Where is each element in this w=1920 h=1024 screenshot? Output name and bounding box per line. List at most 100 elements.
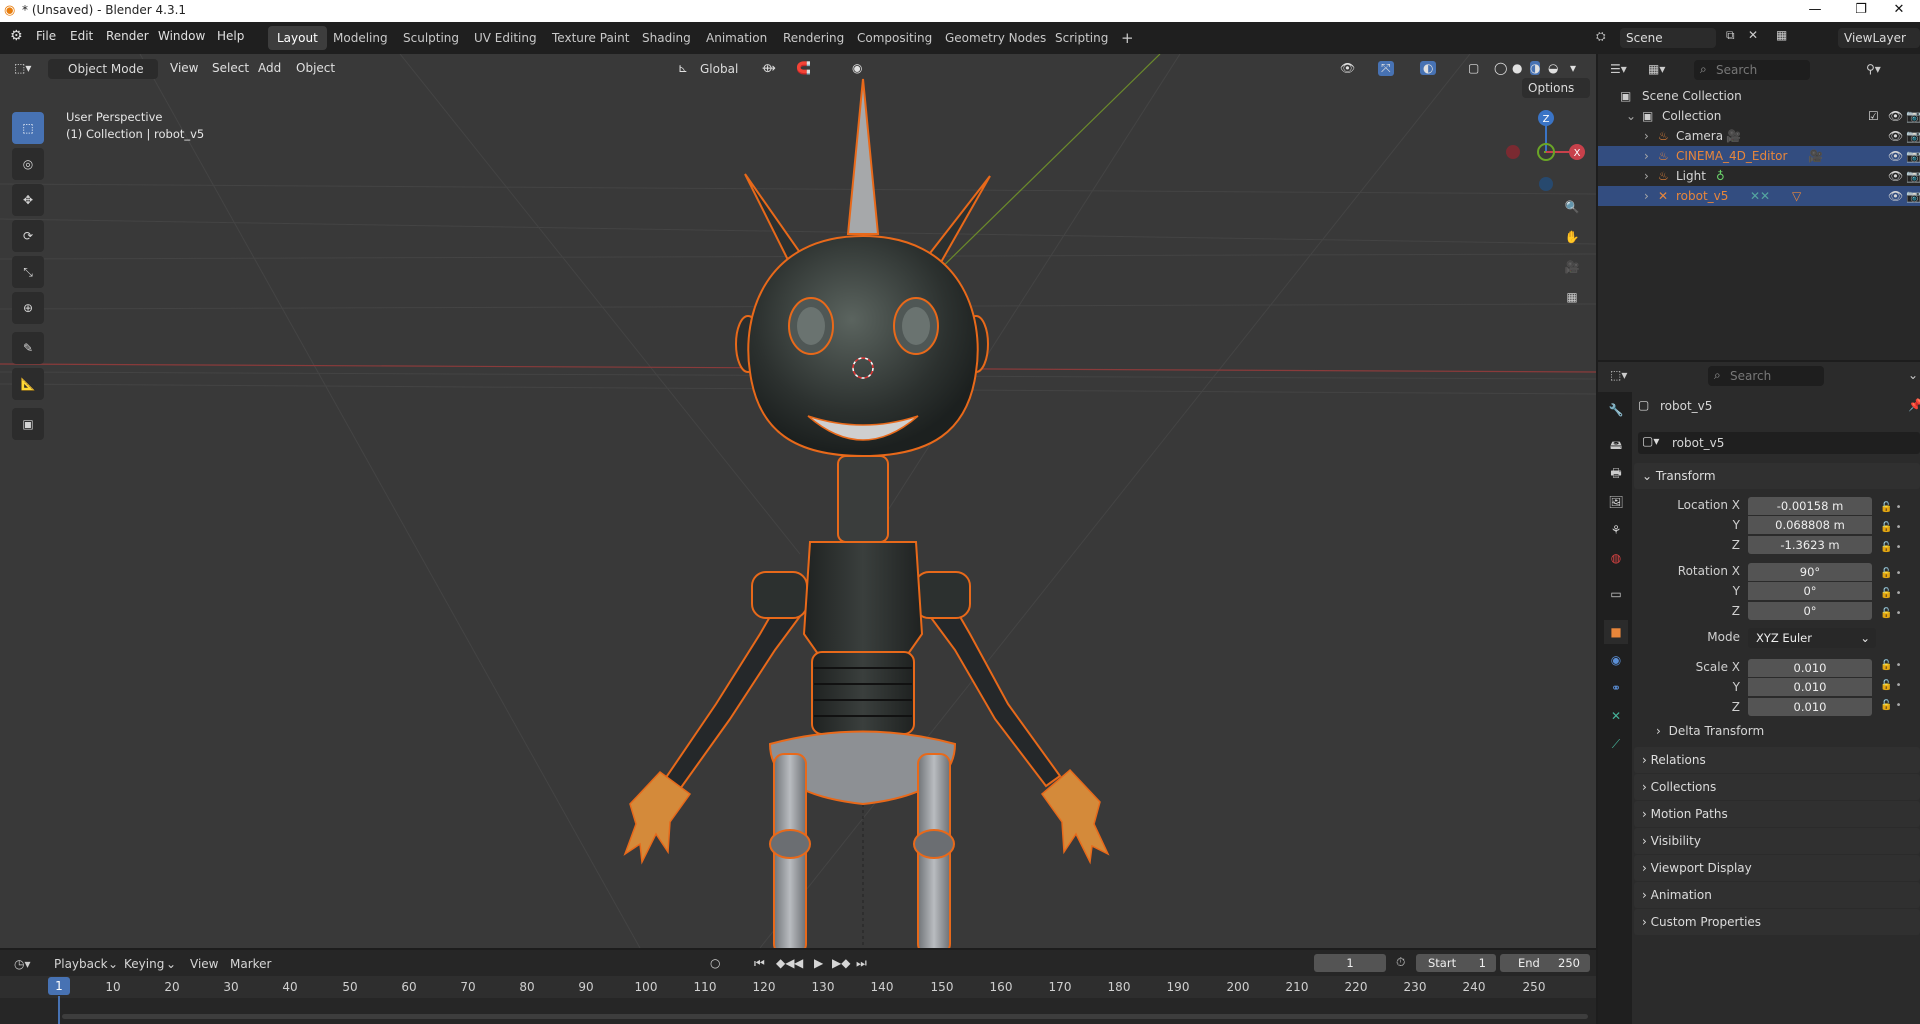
tab-output[interactable]: 🖶 — [1604, 462, 1628, 486]
tab-object-data[interactable]: ✕ — [1604, 704, 1628, 728]
exclude-checkbox[interactable]: ☑ — [1868, 106, 1879, 126]
editor-type-icon[interactable]: ⬚▾ — [14, 61, 31, 75]
delete-scene-icon[interactable]: ✕ — [1748, 28, 1758, 42]
render-camera-icon[interactable]: 📷 — [1906, 146, 1920, 166]
scale-z-field[interactable]: 0.010 — [1748, 698, 1872, 716]
pin-icon[interactable]: 📌 — [1908, 398, 1920, 412]
pivot-icon[interactable]: ⟴ — [762, 61, 776, 75]
minimize-icon[interactable]: — — [1792, 0, 1838, 22]
tab-bone[interactable]: ⟋ — [1604, 732, 1628, 756]
expand-icon[interactable]: › — [1644, 126, 1649, 146]
scale-y-field[interactable]: 0.010 — [1748, 678, 1872, 696]
xray-icon[interactable]: ▢ — [1468, 61, 1479, 75]
scene-selector[interactable]: Scene — [1620, 28, 1716, 48]
render-camera-icon[interactable]: 📷 — [1906, 106, 1920, 126]
location-x-field[interactable]: -0.00158 m — [1748, 497, 1872, 515]
rendered-shading-icon[interactable]: ◒ — [1548, 61, 1558, 75]
next-keyframe-icon[interactable]: ▶◆ — [832, 956, 850, 970]
filter-icon[interactable]: ⚲▾ — [1866, 62, 1881, 76]
expand-icon[interactable]: › — [1644, 146, 1649, 166]
scale-x-field[interactable]: 0.010 — [1748, 659, 1872, 677]
menu-marker[interactable]: Marker — [230, 957, 271, 971]
prev-keyframe-icon[interactable]: ◆◀ — [776, 956, 794, 970]
tab-scripting[interactable]: Scripting — [1046, 26, 1117, 50]
eye-icon[interactable]: 👁 — [1888, 126, 1903, 146]
eye-icon[interactable]: 👁 — [1888, 106, 1903, 126]
properties-editor-icon[interactable]: ⬚▾ — [1610, 368, 1627, 382]
tab-view-layer[interactable]: 🖼 — [1604, 490, 1628, 514]
new-scene-icon[interactable]: ⧉ — [1726, 28, 1735, 43]
outliner-search-input[interactable]: Search — [1694, 60, 1810, 80]
select-box-tool[interactable]: ⬚ — [12, 112, 44, 144]
eye-icon[interactable]: 👁 — [1888, 166, 1903, 186]
wireframe-shading-icon[interactable]: ◯ — [1494, 61, 1507, 75]
play-reverse-icon[interactable]: ◀ — [794, 956, 803, 970]
tab-compositing[interactable]: Compositing — [848, 26, 941, 50]
lock-icon[interactable]: 🔓 • — [1880, 676, 1920, 696]
cursor-tool[interactable]: ◎ — [12, 148, 44, 180]
properties-search-input[interactable]: Search — [1708, 366, 1824, 386]
autokey-icon[interactable]: ○ — [710, 956, 720, 970]
rotation-mode-dropdown[interactable]: XYZ Euler ⌄ — [1748, 628, 1876, 648]
location-z-field[interactable]: -1.3623 m — [1748, 536, 1872, 554]
tab-uv-editing[interactable]: UV Editing — [465, 26, 546, 50]
outliner-item-robot-v5[interactable]: › ✕ robot_v5 ✕✕ ▽ 👁 📷 — [1598, 186, 1920, 206]
gizmo-toggle-icon[interactable]: ⤧ — [1378, 61, 1394, 76]
pan-button[interactable]: ✋ — [1557, 224, 1587, 250]
tab-tool[interactable]: 🔧 — [1604, 398, 1628, 422]
outliner-item-light[interactable]: › ♨ Light ♁ 👁 📷 — [1598, 166, 1920, 186]
menu-help[interactable]: Help — [217, 29, 244, 43]
zoom-button[interactable]: 🔍 — [1557, 194, 1587, 220]
panel-viewport-display[interactable]: › Viewport Display — [1634, 855, 1920, 881]
panel-animation[interactable]: › Animation — [1634, 882, 1920, 908]
tab-geometry-nodes[interactable]: Geometry Nodes — [936, 26, 1055, 50]
tab-object[interactable]: ■ — [1604, 620, 1628, 644]
menu-add[interactable]: Add — [258, 61, 281, 75]
tab-constraints[interactable]: ⚭ — [1604, 676, 1628, 700]
outliner-collection[interactable]: ⌄ ▣ Collection ☑ 👁 📷 — [1598, 106, 1920, 126]
ortho-toggle-button[interactable]: ▦ — [1557, 284, 1587, 310]
menu-window[interactable]: Window — [158, 29, 205, 43]
render-camera-icon[interactable]: 📷 — [1906, 186, 1920, 206]
timeline-editor-icon[interactable]: ◷▾ — [14, 957, 31, 971]
annotate-tool[interactable]: ✎ — [12, 332, 44, 364]
mode-dropdown[interactable]: Object Mode — [48, 59, 158, 79]
menu-edit[interactable]: Edit — [70, 29, 93, 43]
stopwatch-icon[interactable]: ⏱ — [1396, 955, 1405, 970]
outliner-item-camera[interactable]: › ♨ Camera 🎥 👁 📷 — [1598, 126, 1920, 146]
expand-icon[interactable]: › — [1644, 186, 1649, 206]
outliner-item-cinema-4d-editor[interactable]: › ♨ CINEMA_4D_Editor 🎥 👁 📷 — [1598, 146, 1920, 166]
rotation-x-field[interactable]: 90° — [1748, 563, 1872, 581]
lock-icon[interactable]: 🔓 • — [1880, 538, 1920, 558]
panel-custom-properties[interactable]: › Custom Properties — [1634, 909, 1920, 935]
expand-icon[interactable]: ⌄ — [1626, 106, 1636, 126]
view-layer-selector[interactable]: ViewLayer — [1838, 28, 1920, 48]
lock-icon[interactable]: 🔓 • — [1880, 564, 1920, 584]
render-camera-icon[interactable]: 📷 — [1906, 166, 1920, 186]
lock-icon[interactable]: 🔓 • — [1880, 498, 1920, 518]
tab-modifiers[interactable]: ◉ — [1604, 648, 1628, 672]
menu-render[interactable]: Render — [106, 29, 149, 43]
visibility-icon[interactable]: 👁 — [1340, 61, 1355, 75]
measure-tool[interactable]: 📐 — [12, 368, 44, 400]
tab-animation[interactable]: Animation — [697, 26, 776, 50]
lock-icon[interactable]: 🔓 • — [1880, 656, 1920, 676]
playhead-marker[interactable]: 1 — [48, 977, 70, 995]
panel-collections[interactable]: › Collections — [1634, 774, 1920, 800]
scene-icon[interactable]: ⛭ — [1596, 29, 1606, 44]
tab-shading[interactable]: Shading — [633, 26, 700, 50]
display-mode-icon[interactable]: ▦▾ — [1648, 62, 1665, 76]
menu-keying[interactable]: Keying — [124, 957, 164, 971]
solid-shading-icon[interactable]: ● — [1512, 61, 1522, 75]
panel-visibility[interactable]: › Visibility — [1634, 828, 1920, 854]
add-workspace-icon[interactable]: + — [1112, 26, 1143, 50]
menu-select[interactable]: Select — [212, 61, 249, 75]
transform-tool[interactable]: ⊕ — [12, 292, 44, 324]
tab-sculpting[interactable]: Sculpting — [394, 26, 468, 50]
view-layer-icon[interactable]: ▦ — [1776, 28, 1787, 42]
outliner-scene-collection[interactable]: ▣ Scene Collection — [1598, 86, 1920, 106]
scale-tool[interactable]: ⤡ — [12, 256, 44, 288]
tab-render[interactable]: 🖴 — [1604, 434, 1628, 458]
tab-world[interactable]: ◍ — [1604, 546, 1628, 570]
tab-collection[interactable]: ▭ — [1604, 582, 1628, 606]
